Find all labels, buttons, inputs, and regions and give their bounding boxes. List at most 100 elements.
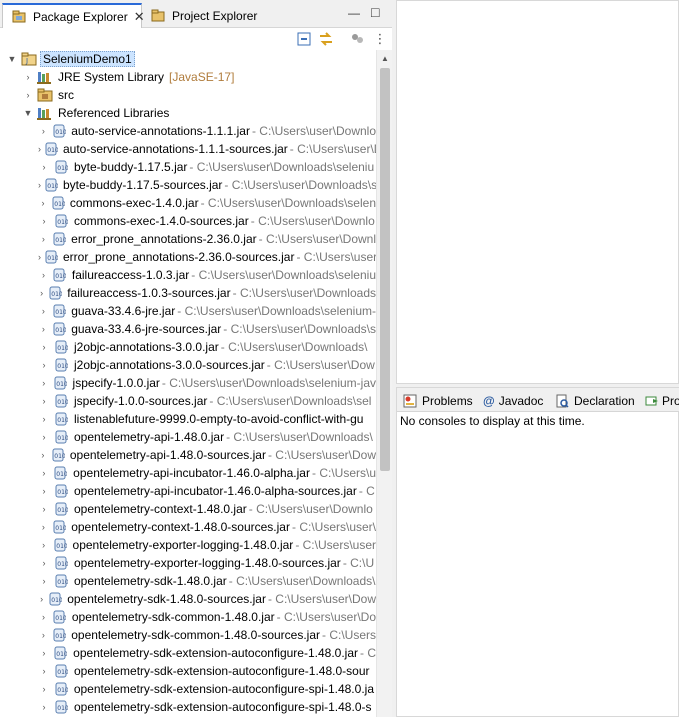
maximize-icon[interactable]: □ [371, 4, 379, 20]
tree-item-jar[interactable]: › 010 listenablefuture-9999.0-empty-to-avo… [0, 410, 376, 428]
tree-scrollbar[interactable]: ▲ [376, 50, 392, 717]
tree-item-jar[interactable]: › 010 commons-exec-1.4.0-sources.jar - C:\… [0, 212, 376, 230]
chevron-right-icon[interactable]: › [38, 630, 49, 640]
tree-item-jar[interactable]: › 010 failureaccess-1.0.3.jar - C:\Users\u… [0, 266, 376, 284]
collapse-all-icon[interactable] [295, 31, 313, 47]
tree-item-jar[interactable]: › 010 auto-service-annotations-1.1.1.jar -… [0, 122, 376, 140]
jar-name: jspecify-1.0.0.jar [72, 376, 160, 390]
tree-item-jar[interactable]: › 010 opentelemetry-exporter-logging-1.48.… [0, 554, 376, 572]
tree-item-project[interactable]: ▼ J SeleniumDemo1 [0, 50, 376, 68]
jar-name: opentelemetry-sdk-extension-autoconfigur… [73, 646, 358, 660]
filters-icon[interactable] [348, 31, 366, 47]
jar-path: - C:\Users\user\Downloads\s [224, 178, 376, 192]
chevron-right-icon[interactable]: › [38, 504, 50, 514]
svg-text:010: 010 [56, 543, 67, 550]
chevron-right-icon[interactable]: › [38, 558, 50, 568]
chevron-right-icon[interactable]: › [38, 612, 49, 622]
chevron-right-icon[interactable]: › [38, 594, 45, 604]
tree-item-jar[interactable]: › 010 opentelemetry-sdk-1.48.0-sources.jar… [0, 590, 376, 608]
tree-item-jar[interactable]: › 010 jspecify-1.0.0.jar - C:\Users\user\D… [0, 374, 376, 392]
chevron-right-icon[interactable]: › [38, 648, 50, 658]
chevron-right-icon[interactable]: › [38, 522, 49, 532]
tree-item-jar[interactable]: › 010 opentelemetry-sdk-extension-autoconf… [0, 680, 376, 698]
chevron-right-icon[interactable]: › [38, 540, 49, 550]
link-with-editor-icon[interactable] [317, 31, 335, 47]
tree-item-jre[interactable]: › JRE System Library [JavaSE-17] [0, 68, 376, 86]
tree-item-jar[interactable]: › 010 opentelemetry-context-1.48.0.jar - C… [0, 500, 376, 518]
chevron-right-icon[interactable]: › [38, 396, 50, 406]
chevron-right-icon[interactable]: › [38, 486, 50, 496]
chevron-right-icon[interactable]: › [38, 450, 48, 460]
tree-item-jar[interactable]: › 010 opentelemetry-exporter-logging-1.48.… [0, 536, 376, 554]
scroll-thumb[interactable] [380, 68, 390, 471]
tree-item-jar[interactable]: › 010 commons-exec-1.4.0.jar - C:\Users\us… [0, 194, 376, 212]
chevron-right-icon[interactable]: › [38, 252, 41, 262]
chevron-right-icon[interactable]: › [38, 126, 49, 136]
tree-item-jar[interactable]: › 010 byte-buddy-1.17.5-sources.jar - C:\U… [0, 176, 376, 194]
tree-item-jar[interactable]: › 010 opentelemetry-sdk-extension-autoconf… [0, 698, 376, 716]
tab-javadoc[interactable]: @ Javadoc [483, 391, 543, 411]
chevron-right-icon[interactable]: › [38, 216, 50, 226]
tree-item-jar[interactable]: › 010 jspecify-1.0.0-sources.jar - C:\User… [0, 392, 376, 410]
chevron-right-icon[interactable]: › [38, 144, 41, 154]
tree-item-jar[interactable]: › 010 opentelemetry-sdk-extension-autoconf… [0, 644, 376, 662]
tree-item-jar[interactable]: › 010 opentelemetry-api-1.48.0.jar - C:\Us… [0, 428, 376, 446]
chevron-right-icon[interactable]: › [38, 468, 50, 478]
tree-item-jar[interactable]: › 010 opentelemetry-sdk-common-1.48.0-sour… [0, 626, 376, 644]
tree-item-jar[interactable]: › 010 opentelemetry-api-incubator-1.46.0-a… [0, 464, 376, 482]
tree-item-jar[interactable]: › 010 j2objc-annotations-3.0.0-sources.jar… [0, 356, 376, 374]
tab-progress[interactable]: Pro [644, 391, 679, 411]
scroll-up-icon[interactable]: ▲ [381, 54, 389, 63]
tree-item-referenced-libraries[interactable]: ▼ Referenced Libraries [0, 104, 376, 122]
chevron-right-icon[interactable]: › [38, 432, 50, 442]
tab-project-explorer[interactable]: Project Explorer [142, 3, 262, 28]
chevron-right-icon[interactable]: › [22, 72, 34, 82]
tree-item-jar[interactable]: › 010 opentelemetry-sdk-extension-autoconf… [0, 662, 376, 680]
chevron-right-icon[interactable]: › [38, 360, 50, 370]
tree-item-jar[interactable]: › 010 opentelemetry-sdk-1.48.0.jar - C:\Us… [0, 572, 376, 590]
tree-item-jar[interactable]: › 010 byte-buddy-1.17.5.jar - C:\Users\use… [0, 158, 376, 176]
tree-item-jar[interactable]: › 010 opentelemetry-sdk-common-1.48.0.jar … [0, 608, 376, 626]
chevron-right-icon[interactable]: › [38, 666, 50, 676]
tree-item-jar[interactable]: › 010 opentelemetry-context-1.48.0-sources… [0, 518, 376, 536]
editor-area [396, 0, 679, 384]
tree-item-jar[interactable]: › 010 guava-33.4.6-jre-sources.jar - C:\Us… [0, 320, 376, 338]
tab-label: Javadoc [498, 394, 544, 408]
tree-item-jar[interactable]: › 010 error_prone_annotations-2.36.0.jar -… [0, 230, 376, 248]
chevron-right-icon[interactable]: › [38, 180, 41, 190]
chevron-down-icon[interactable]: ▼ [6, 54, 18, 64]
tab-problems[interactable]: Problems [402, 391, 473, 411]
chevron-right-icon[interactable]: › [38, 288, 45, 298]
tree-item-jar[interactable]: › 010 opentelemetry-api-incubator-1.46.0-a… [0, 482, 376, 500]
svg-text:J: J [25, 57, 28, 65]
tree-item-jar[interactable]: › 010 opentelemetry-api-1.48.0-sources.jar… [0, 446, 376, 464]
chevron-right-icon[interactable]: › [38, 306, 49, 316]
tree-item-jar[interactable]: › 010 failureaccess-1.0.3-sources.jar - C:… [0, 284, 376, 302]
chevron-right-icon[interactable]: › [22, 90, 34, 100]
svg-text:010: 010 [47, 255, 58, 262]
chevron-right-icon[interactable]: › [38, 702, 50, 712]
chevron-right-icon[interactable]: › [38, 270, 49, 280]
chevron-right-icon[interactable]: › [38, 198, 48, 208]
svg-text:010: 010 [57, 417, 68, 424]
minimize-icon[interactable]: — [348, 6, 360, 20]
view-menu-icon[interactable]: ⋮ [371, 31, 389, 47]
tree-item-jar[interactable]: › 010 j2objc-annotations-3.0.0.jar - C:\Us… [0, 338, 376, 356]
tab-package-explorer[interactable]: Package Explorer ✕ [2, 3, 145, 28]
chevron-right-icon[interactable]: › [38, 342, 50, 352]
tree-item-jar[interactable]: › 010 auto-service-annotations-1.1.1-sourc… [0, 140, 376, 158]
jar-icon: 010 [51, 195, 65, 211]
chevron-right-icon[interactable]: › [38, 414, 50, 424]
tree-item-src[interactable]: › src [0, 86, 376, 104]
chevron-right-icon[interactable]: › [38, 378, 49, 388]
chevron-down-icon[interactable]: ▼ [22, 108, 34, 118]
chevron-right-icon[interactable]: › [38, 324, 49, 334]
tab-declaration[interactable]: Declaration [554, 391, 635, 411]
tab-label: Package Explorer [33, 9, 128, 24]
chevron-right-icon[interactable]: › [38, 684, 50, 694]
chevron-right-icon[interactable]: › [38, 576, 50, 586]
chevron-right-icon[interactable]: › [38, 162, 50, 172]
tree-item-jar[interactable]: › 010 guava-33.4.6-jre.jar - C:\Users\user… [0, 302, 376, 320]
tree-item-jar[interactable]: › 010 error_prone_annotations-2.36.0-sourc… [0, 248, 376, 266]
chevron-right-icon[interactable]: › [38, 234, 49, 244]
